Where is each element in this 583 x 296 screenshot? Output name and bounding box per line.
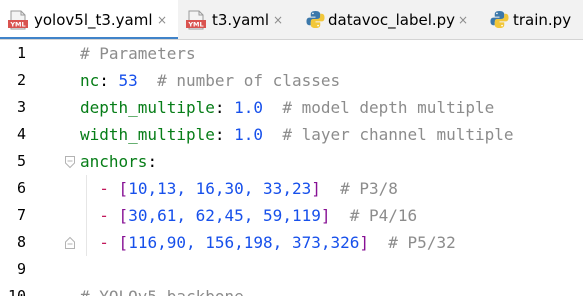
code-line-8: - [116,90, 156,198, 373,326] # P5/32 (80, 229, 456, 256)
code-comment: # YOLOv5 backbone (80, 287, 244, 296)
yaml-value: 1.0 (234, 98, 264, 117)
svg-text:YML: YML (9, 21, 25, 29)
code-comment: # model depth multiple (282, 98, 495, 117)
close-icon[interactable]: × (458, 11, 468, 29)
line-number: 8 (16, 233, 26, 251)
code-line-6: - [10,13, 16,30, 33,23] # P3/8 (80, 175, 398, 202)
yaml-colon: : (214, 98, 225, 117)
yaml-colon: : (214, 125, 225, 144)
yml-file-icon: YML (186, 10, 206, 30)
code-comment: # P5/32 (388, 233, 456, 252)
line-number: 6 (16, 179, 26, 197)
open-bracket: [ (118, 233, 129, 252)
line-number: 1 (16, 44, 26, 62)
list-dash: - (99, 206, 109, 225)
yaml-key: width_multiple (80, 125, 215, 144)
line-number: 5 (16, 152, 26, 170)
yaml-key: nc (80, 71, 100, 90)
anchor-values: 30,61, 62,45, 59,119 (128, 206, 321, 225)
python-file-icon (490, 10, 509, 29)
close-bracket: ] (311, 179, 321, 198)
yaml-key: depth_multiple (80, 98, 215, 117)
yml-file-icon: YML (8, 10, 28, 30)
yaml-value: 53 (118, 71, 138, 90)
line-number-gutter: 1 2 3 4 5 6 7 8 9 10 (0, 40, 62, 296)
code-comment: # P4/16 (349, 206, 418, 225)
list-dash: - (99, 179, 109, 198)
editor-tab-bar: YML yolov5l_t3.yaml × YML t3.yaml × data… (0, 0, 583, 40)
tab-datavoc-label-py[interactable]: datavoc_label.py × (296, 0, 480, 39)
tab-yolov5l-t3-yaml[interactable]: YML yolov5l_t3.yaml × (0, 0, 178, 39)
close-icon[interactable]: × (157, 11, 167, 29)
line-number: 7 (16, 206, 26, 224)
code-editor[interactable]: 1 2 3 4 5 6 7 8 9 10 # Parameters nc: 53… (0, 40, 583, 296)
line-number: 9 (16, 260, 26, 278)
close-icon[interactable]: × (273, 11, 283, 29)
anchor-values: 116,90, 156,198, 373,326 (128, 233, 360, 252)
open-bracket: [ (118, 179, 129, 198)
line-number: 4 (16, 125, 26, 143)
tab-label: train.py (513, 11, 572, 29)
line-number: 3 (16, 98, 26, 116)
close-bracket: ] (359, 233, 370, 252)
fold-collapse-icon[interactable] (64, 155, 76, 169)
line-number: 10 (7, 287, 26, 296)
list-dash: - (99, 233, 109, 252)
yaml-value: 1.0 (234, 125, 264, 144)
yaml-colon: : (147, 152, 158, 171)
svg-text:YML: YML (187, 21, 203, 29)
line-number: 2 (16, 71, 26, 89)
code-line-1: # Parameters (80, 40, 196, 67)
tab-label: yolov5l_t3.yaml (34, 11, 153, 29)
open-bracket: [ (118, 206, 129, 225)
code-comment: # P3/8 (340, 179, 398, 198)
yaml-key: anchors (80, 152, 148, 171)
tab-train-py[interactable]: train.py (480, 0, 583, 39)
yaml-colon: : (99, 71, 109, 90)
close-bracket: ] (320, 206, 331, 225)
tab-t3-yaml[interactable]: YML t3.yaml × (178, 0, 296, 39)
code-comment: # number of classes (157, 71, 341, 90)
tab-label: datavoc_label.py (328, 11, 456, 29)
fold-end-icon[interactable] (64, 236, 76, 250)
code-line-7: - [30,61, 62,45, 59,119] # P4/16 (80, 202, 417, 229)
code-comment: # Parameters (80, 44, 196, 63)
code-comment: # layer channel multiple (282, 125, 514, 144)
code-line-4: width_multiple: 1.0 # layer channel mult… (80, 121, 514, 148)
python-file-icon (306, 10, 325, 29)
code-line-5: anchors: (80, 148, 157, 175)
tab-label: t3.yaml (212, 11, 270, 29)
code-line-3: depth_multiple: 1.0 # model depth multip… (80, 94, 494, 121)
code-line-10: # YOLOv5 backbone (80, 283, 244, 296)
code-line-2: nc: 53 # number of classes (80, 67, 340, 94)
anchor-values: 10,13, 16,30, 33,23 (128, 179, 312, 198)
